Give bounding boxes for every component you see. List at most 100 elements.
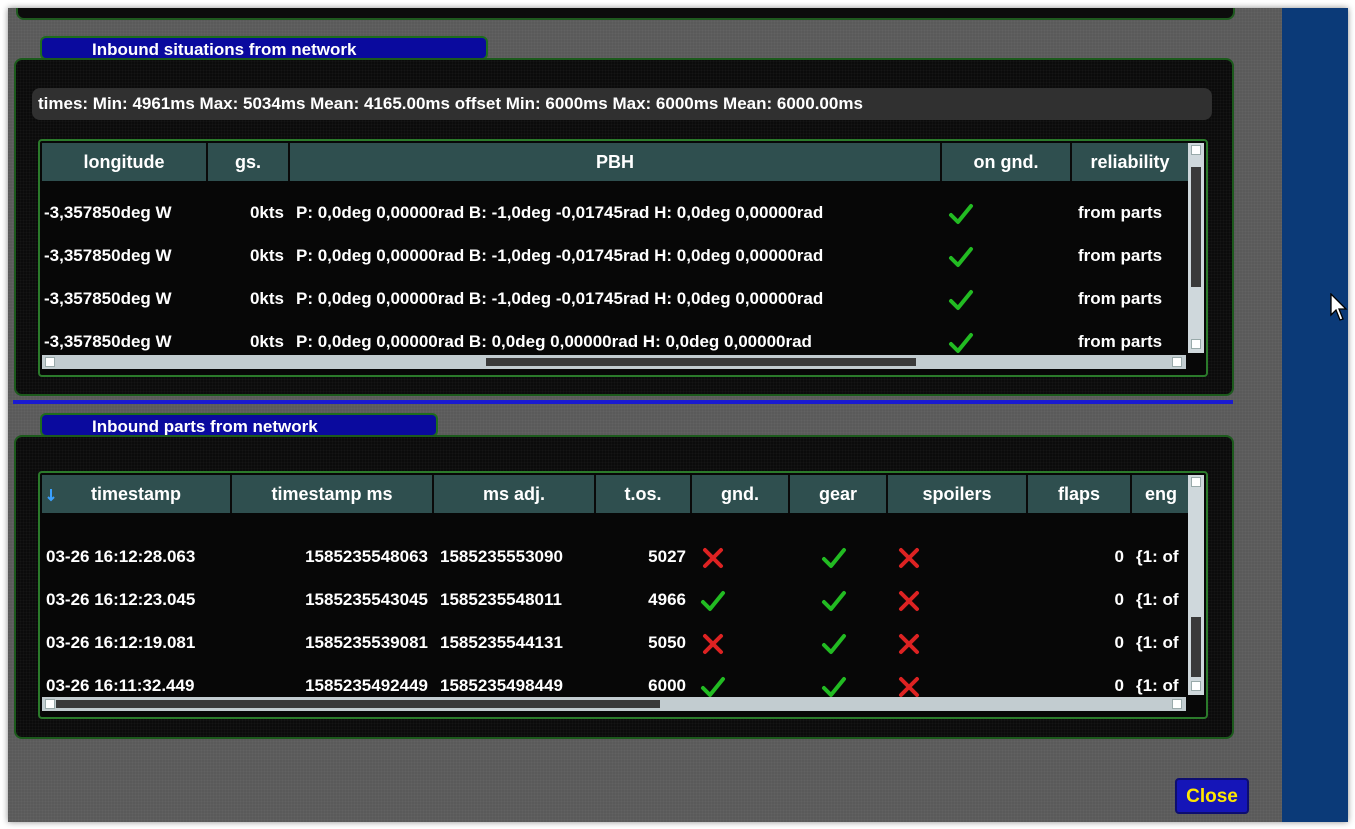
cell-timestamp: 03-26 16:12:28.063 (46, 547, 196, 566)
cell-pbh: P: 0,0deg 0,00000rad B: -1,0deg -0,01745… (296, 203, 824, 222)
check-icon (701, 590, 725, 611)
column-header-timestamp-ms[interactable]: timestamp ms (232, 475, 434, 513)
cell-eng: {1: of (1136, 633, 1179, 652)
cell-tos: 4966 (648, 590, 686, 609)
column-header-gnd[interactable]: gnd. (692, 475, 790, 513)
column-header-gear[interactable]: gear (790, 475, 888, 513)
column-header-longitude[interactable]: longitude (42, 143, 208, 181)
table-row[interactable]: -3,357850deg W 0kts P: 0,0deg 0,00000rad B… (40, 277, 1186, 320)
cell-gear (794, 535, 874, 578)
scroll-up-button[interactable] (1191, 145, 1201, 155)
cross-icon (899, 633, 919, 654)
cross-icon (899, 547, 919, 568)
cell-longitude: -3,357850deg W (44, 289, 172, 308)
column-header-eng[interactable]: eng (1132, 475, 1192, 513)
check-icon (822, 590, 846, 611)
cell-flaps: 0 (1114, 633, 1124, 652)
side-panel (1282, 8, 1348, 822)
table-row[interactable]: -3,357850deg W 0kts P: 0,0deg 0,00000rad B… (40, 234, 1186, 277)
situations-table: longitude gs. PBH on gnd. reliability -3,357… (38, 139, 1208, 377)
table-row[interactable]: 03-26 16:12:23.045 1585235543045 158523554… (40, 578, 1186, 621)
cell-ms-adj: 1585235553090 (440, 547, 563, 566)
cell-gnd (700, 578, 780, 621)
check-icon (701, 676, 725, 697)
cell-flaps: 0 (1114, 547, 1124, 566)
situations-section-title: Inbound situations from network (40, 36, 488, 60)
column-header-timestamp[interactable]: timestamp (42, 475, 232, 513)
cross-icon (703, 633, 723, 654)
table-row[interactable]: 03-26 16:12:28.063 1585235548063 158523555… (40, 535, 1186, 578)
cell-gs: 0kts (249, 203, 284, 222)
cell-on-gnd (948, 234, 1068, 277)
check-icon (949, 289, 973, 310)
scroll-right-button[interactable] (1172, 357, 1182, 367)
table-row[interactable]: 03-26 16:12:19.081 1585235539081 158523554… (40, 621, 1186, 664)
column-header-pbh[interactable]: PBH (290, 143, 942, 181)
cell-eng: {1: of (1136, 547, 1179, 566)
parts-vertical-scrollbar[interactable] (1188, 475, 1204, 695)
parts-table: timestamp timestamp ms ms adj. t.os. gnd. gea… (38, 471, 1208, 719)
scroll-up-button[interactable] (1191, 477, 1201, 487)
column-header-tos[interactable]: t.os. (596, 475, 692, 513)
cell-gear (794, 621, 874, 664)
check-icon (822, 676, 846, 697)
cell-longitude: -3,357850deg W (44, 246, 172, 265)
column-header-flaps[interactable]: flaps (1028, 475, 1132, 513)
cell-tos: 5050 (648, 633, 686, 652)
check-icon (822, 547, 846, 568)
cell-on-gnd (948, 191, 1068, 234)
cell-on-gnd (948, 277, 1068, 320)
cell-longitude: -3,357850deg W (44, 203, 172, 222)
dialog-body: Inbound situations from network times: M… (8, 8, 1282, 822)
scroll-right-button[interactable] (1172, 699, 1182, 709)
situations-horizontal-scrollbar[interactable] (42, 355, 1186, 369)
cell-timestamp: 03-26 16:12:23.045 (46, 590, 196, 609)
check-icon (949, 246, 973, 267)
check-icon (949, 203, 973, 224)
scroll-left-button[interactable] (45, 357, 55, 367)
cross-icon (899, 590, 919, 611)
table-row[interactable]: -3,357850deg W 0kts P: 0,0deg 0,00000rad B… (40, 191, 1186, 234)
check-icon (949, 332, 973, 353)
cell-spoilers (896, 535, 976, 578)
cell-eng: {1: of (1136, 590, 1179, 609)
cell-gnd (700, 535, 780, 578)
scrollbar-thumb[interactable] (1191, 167, 1201, 287)
scroll-down-button[interactable] (1191, 681, 1201, 691)
situations-vertical-scrollbar[interactable] (1188, 143, 1204, 353)
section-divider (13, 400, 1233, 404)
mouse-cursor-icon (1330, 293, 1348, 321)
cell-ms-adj: 1585235544131 (440, 633, 563, 652)
scroll-left-button[interactable] (45, 699, 55, 709)
scrollbar-thumb[interactable] (486, 358, 916, 366)
parts-section-title: Inbound parts from network (40, 413, 438, 437)
column-header-gs[interactable]: gs. (208, 143, 290, 181)
cell-reliability: from parts (1078, 289, 1163, 308)
parts-horizontal-scrollbar[interactable] (42, 697, 1186, 711)
column-header-ms-adj[interactable]: ms adj. (434, 475, 596, 513)
cell-timestamp-ms: 1585235543045 (305, 590, 428, 609)
cell-gnd (700, 621, 780, 664)
column-header-on-gnd[interactable]: on gnd. (942, 143, 1072, 181)
scrollbar-thumb[interactable] (56, 700, 660, 708)
sort-down-icon (47, 489, 55, 502)
situations-times-summary: times: Min: 4961ms Max: 5034ms Mean: 416… (32, 88, 1212, 120)
scroll-down-button[interactable] (1191, 339, 1201, 349)
cell-reliability: from parts (1078, 203, 1163, 222)
column-header-spoilers[interactable]: spoilers (888, 475, 1028, 513)
cross-icon (703, 547, 723, 568)
close-button[interactable]: Close (1175, 778, 1249, 814)
cell-timestamp: 03-26 16:12:19.081 (46, 633, 196, 652)
cell-timestamp-ms: 1585235539081 (305, 633, 428, 652)
column-header-reliability[interactable]: reliability (1072, 143, 1190, 181)
cell-gs: 0kts (249, 289, 284, 308)
cross-icon (899, 676, 919, 697)
scrollbar-thumb[interactable] (1191, 617, 1201, 677)
cell-tos: 5027 (648, 547, 686, 566)
cell-spoilers (896, 578, 976, 621)
previous-panel-edge (16, 8, 1235, 20)
cell-ms-adj: 1585235548011 (440, 590, 562, 609)
cell-gs: 0kts (249, 246, 284, 265)
cell-pbh: P: 0,0deg 0,00000rad B: -1,0deg -0,01745… (296, 246, 824, 265)
cell-spoilers (896, 621, 976, 664)
